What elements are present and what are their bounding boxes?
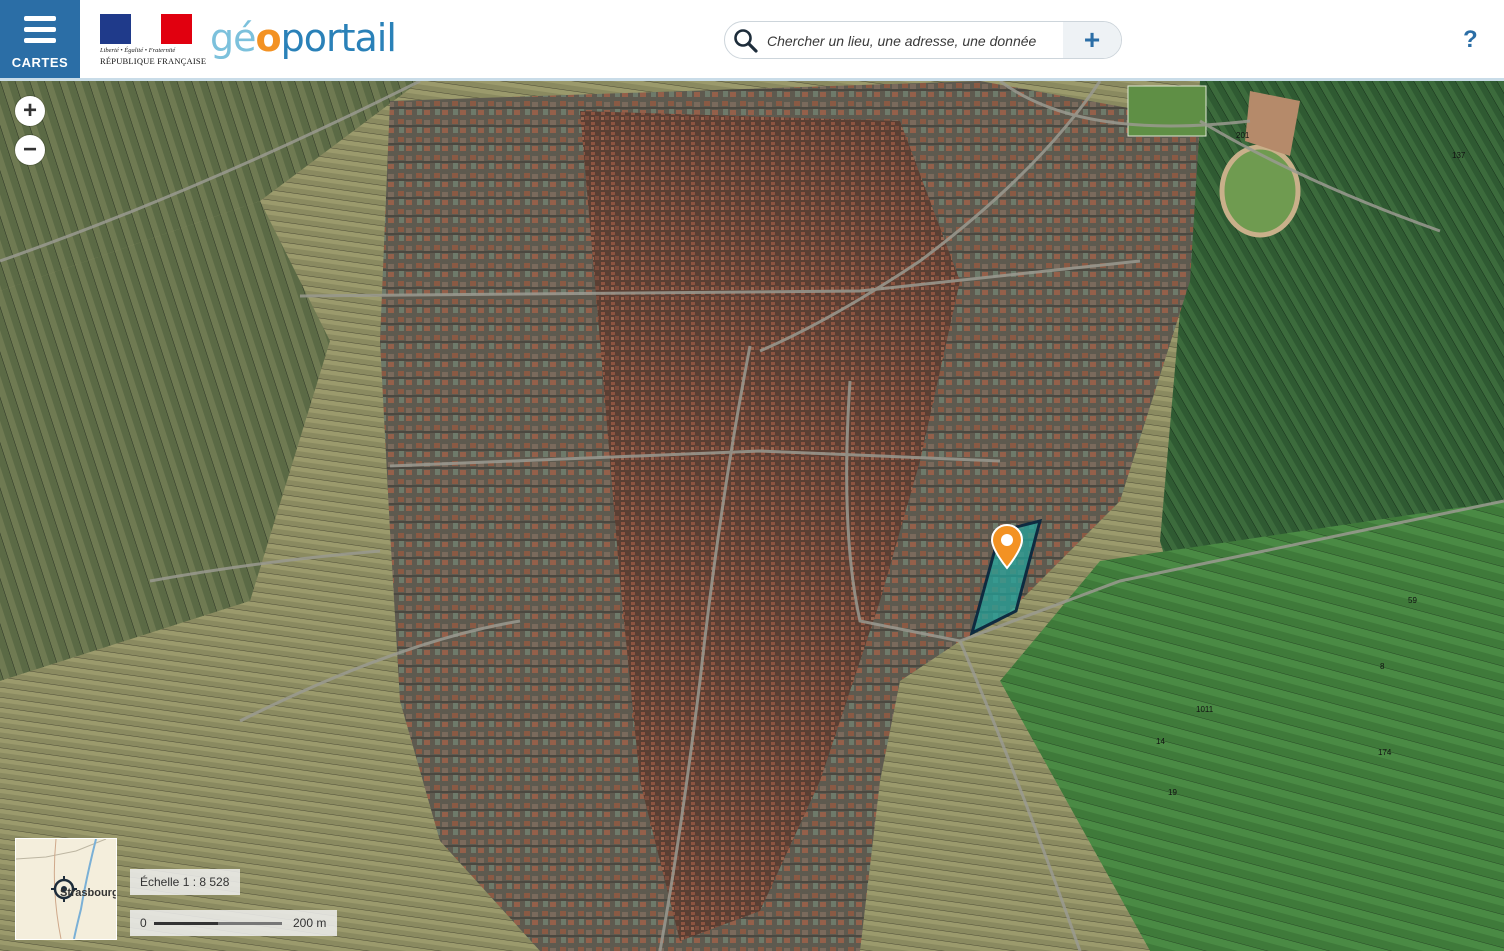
rf-motto: Liberté • Égalité • Fraternité — [100, 47, 176, 54]
parcel-label: 1011 — [1196, 705, 1214, 714]
search-icon[interactable] — [733, 28, 759, 54]
republique-francaise-logo: Liberté • Égalité • Fraternité RÉPUBLIQU… — [100, 14, 207, 70]
scale-ratio: Échelle 1 : 8 528 — [130, 869, 240, 895]
parcel-label: 137 — [1452, 151, 1466, 160]
search-advanced-button[interactable]: + — [1063, 22, 1121, 58]
scale-bar-distance: 200 m — [293, 916, 327, 930]
cartes-menu-button[interactable]: CARTES — [0, 0, 80, 78]
aerial-imagery: 59 8 137 201 14 1011 19 174 — [0, 81, 1504, 951]
scale-bar-zero: 0 — [140, 916, 147, 930]
zoom-out-button[interactable]: − — [15, 135, 45, 165]
search-input[interactable] — [765, 30, 1059, 52]
brand-ge: gé — [210, 16, 256, 60]
location-pin-icon[interactable] — [990, 524, 1024, 570]
help-button[interactable]: ? — [1463, 26, 1478, 54]
scale-bar: 0 200 m — [130, 910, 337, 936]
menu-button-label: CARTES — [11, 55, 69, 70]
minimap-city-label: Strasbourg — [60, 887, 117, 899]
parcel-label: 59 — [1408, 596, 1417, 605]
map-view[interactable]: 59 8 137 201 14 1011 19 174 + − — [0, 81, 1504, 951]
top-header: CARTES Liberté • Égalité • Fraternité RÉ… — [0, 0, 1504, 81]
parcel-label: 19 — [1168, 788, 1177, 797]
search-bar: + — [724, 21, 1122, 59]
parcel-label: 14 — [1156, 737, 1165, 746]
scale-bar-line — [154, 922, 282, 925]
parcel-label: 201 — [1236, 131, 1250, 140]
hamburger-icon — [24, 16, 56, 44]
parcel-label: 8 — [1380, 662, 1385, 671]
tricolor-flag — [100, 14, 193, 44]
geoportail-logo[interactable]: géoportail — [210, 15, 397, 61]
parcel-label: 174 — [1378, 748, 1392, 757]
brand-o: o — [255, 16, 282, 60]
overview-minimap[interactable]: Strasbourg — [15, 838, 117, 940]
rf-name: RÉPUBLIQUE FRANÇAISE — [100, 56, 207, 66]
brand-portail: portail — [280, 16, 397, 60]
zoom-in-button[interactable]: + — [15, 96, 45, 126]
